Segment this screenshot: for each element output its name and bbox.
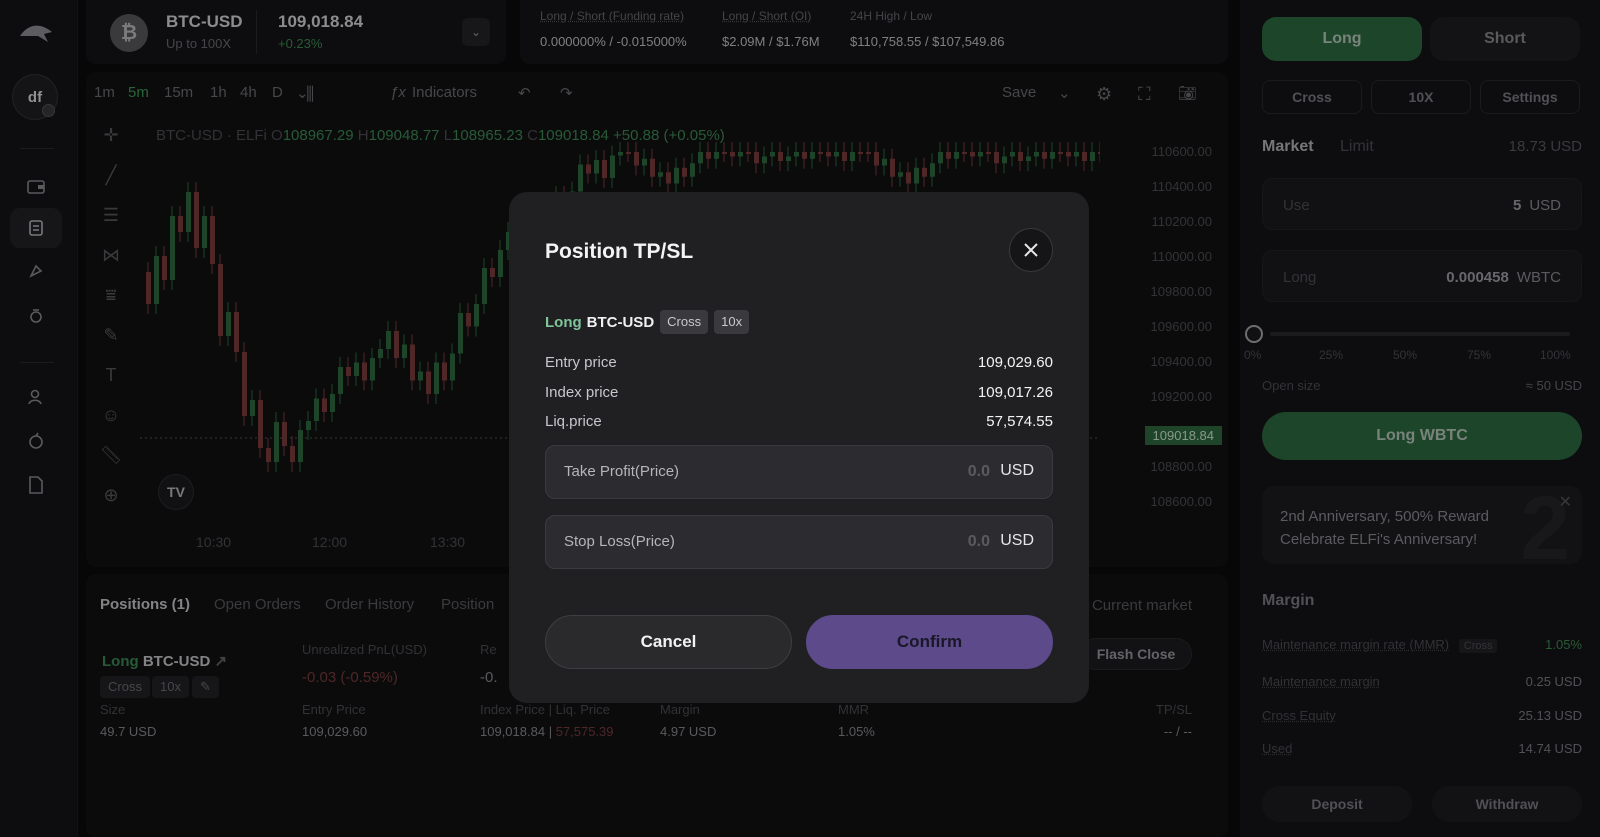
modal-position: Long BTC-USD Cross 10x [545, 310, 750, 334]
liq-price-row: Liq.price 57,574.55 [545, 413, 1053, 430]
index-price-row: Index price 109,017.26 [545, 384, 1053, 401]
take-profit-input[interactable]: Take Profit(Price) 0.0 USD [545, 445, 1053, 499]
confirm-button[interactable]: Confirm [806, 615, 1053, 669]
stop-loss-label: Stop Loss(Price) [564, 533, 675, 550]
cancel-button[interactable]: Cancel [545, 615, 792, 669]
entry-price-value: 109,029.60 [977, 354, 1053, 371]
close-icon [1024, 243, 1038, 257]
modal-direction: Long [545, 313, 582, 331]
index-price-value: 109,017.26 [977, 384, 1053, 401]
modal-pair: BTC-USD [586, 313, 655, 331]
liq-price-label: Liq.price [545, 413, 602, 430]
entry-price-label: Entry price [545, 354, 617, 371]
take-profit-label: Take Profit(Price) [564, 463, 680, 480]
liq-price-value: 57,574.55 [986, 413, 1053, 430]
close-button[interactable] [1009, 228, 1053, 272]
take-profit-unit: USD [1000, 462, 1034, 479]
modal-chip-cross: Cross [660, 310, 709, 334]
index-price-label: Index price [545, 384, 619, 401]
take-profit-placeholder: 0.0 [967, 463, 990, 480]
stop-loss-placeholder: 0.0 [967, 533, 990, 550]
stop-loss-input[interactable]: Stop Loss(Price) 0.0 USD [545, 515, 1053, 569]
modal-title: Position TP/SL [545, 240, 694, 263]
stop-loss-unit: USD [1000, 532, 1034, 549]
tpsl-modal: Position TP/SL Long BTC-USD Cross 10x En… [509, 192, 1089, 703]
modal-chip-leverage: 10x [714, 310, 750, 334]
trading-app: df ₿ BTC-USD Up to 100X 109,018.84 +0.23… [0, 0, 1600, 837]
entry-price-row: Entry price 109,029.60 [545, 354, 1053, 371]
